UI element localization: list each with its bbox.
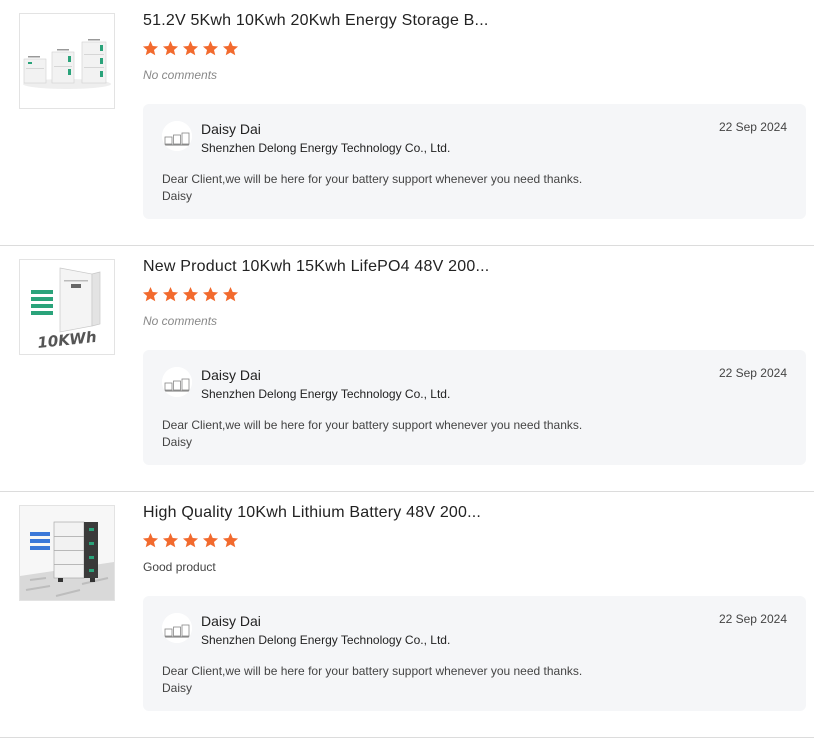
- reply-date: 22 Sep 2024: [718, 366, 787, 380]
- product-title[interactable]: 51.2V 5Kwh 10Kwh 20Kwh Energy Storage B.…: [143, 12, 489, 30]
- reply-message-line: Dear Client,we will be here for your bat…: [162, 418, 583, 432]
- review-comment: Good product: [143, 560, 216, 574]
- reply-author: Daisy Dai: [201, 121, 261, 137]
- star-icon: [202, 533, 219, 548]
- seller-avatar: [162, 367, 192, 397]
- star-rating: [142, 286, 239, 303]
- product-thumbnail[interactable]: [19, 505, 115, 601]
- reply-message-line: Dear Client,we will be here for your bat…: [162, 664, 583, 678]
- reply-author: Daisy Dai: [201, 613, 261, 629]
- battery-stack-image: [20, 14, 114, 108]
- reply-signature: Daisy: [162, 189, 193, 203]
- star-icon: [222, 287, 239, 302]
- reply-message-line: Dear Client,we will be here for your bat…: [162, 172, 583, 186]
- product-title[interactable]: New Product 10Kwh 15Kwh LifePO4 48V 200.…: [143, 258, 489, 276]
- review-item: 10KWh New Product 10Kwh 15Kwh LifePO4 48…: [0, 246, 814, 492]
- review-comment: No comments: [143, 68, 218, 82]
- seller-reply: Daisy Dai Shenzhen Delong Energy Technol…: [143, 350, 806, 465]
- review-comment: No comments: [143, 314, 218, 328]
- star-icon: [182, 287, 199, 302]
- product-title[interactable]: High Quality 10Kwh Lithium Battery 48V 2…: [143, 504, 481, 522]
- product-thumbnail[interactable]: [19, 13, 115, 109]
- star-icon: [142, 533, 159, 548]
- star-icon: [222, 41, 239, 56]
- star-icon: [142, 287, 159, 302]
- star-icon: [182, 41, 199, 56]
- seller-reply: Daisy Dai Shenzhen Delong Energy Technol…: [143, 104, 806, 219]
- star-icon: [222, 533, 239, 548]
- review-item: 51.2V 5Kwh 10Kwh 20Kwh Energy Storage B.…: [0, 0, 814, 246]
- star-icon: [142, 41, 159, 56]
- reply-message: Dear Client,we will be here for your bat…: [162, 171, 582, 205]
- seller-logo-icon: [162, 367, 192, 397]
- seller-logo-icon: [162, 613, 192, 643]
- reply-author: Daisy Dai: [201, 367, 261, 383]
- reply-date: 22 Sep 2024: [718, 612, 787, 626]
- star-icon: [202, 41, 219, 56]
- stacked-battery-image: [20, 506, 114, 600]
- star-rating: [142, 532, 239, 549]
- reply-signature: Daisy: [162, 435, 193, 449]
- reply-company: Shenzhen Delong Energy Technology Co., L…: [201, 387, 451, 401]
- reply-company: Shenzhen Delong Energy Technology Co., L…: [201, 141, 451, 155]
- star-icon: [202, 287, 219, 302]
- seller-logo-icon: [162, 121, 192, 151]
- star-icon: [162, 41, 179, 56]
- reply-message: Dear Client,we will be here for your bat…: [162, 417, 582, 451]
- reply-company: Shenzhen Delong Energy Technology Co., L…: [201, 633, 451, 647]
- star-icon: [182, 533, 199, 548]
- seller-avatar: [162, 613, 192, 643]
- star-icon: [162, 287, 179, 302]
- seller-avatar: [162, 121, 192, 151]
- wall-battery-image: 10KWh: [20, 260, 114, 354]
- reply-date: 22 Sep 2024: [718, 120, 787, 134]
- reply-message: Dear Client,we will be here for your bat…: [162, 663, 582, 697]
- seller-reply: Daisy Dai Shenzhen Delong Energy Technol…: [143, 596, 806, 711]
- star-rating: [142, 40, 239, 57]
- star-icon: [162, 533, 179, 548]
- reply-signature: Daisy: [162, 681, 193, 695]
- product-thumbnail[interactable]: 10KWh: [19, 259, 115, 355]
- review-item: High Quality 10Kwh Lithium Battery 48V 2…: [0, 492, 814, 738]
